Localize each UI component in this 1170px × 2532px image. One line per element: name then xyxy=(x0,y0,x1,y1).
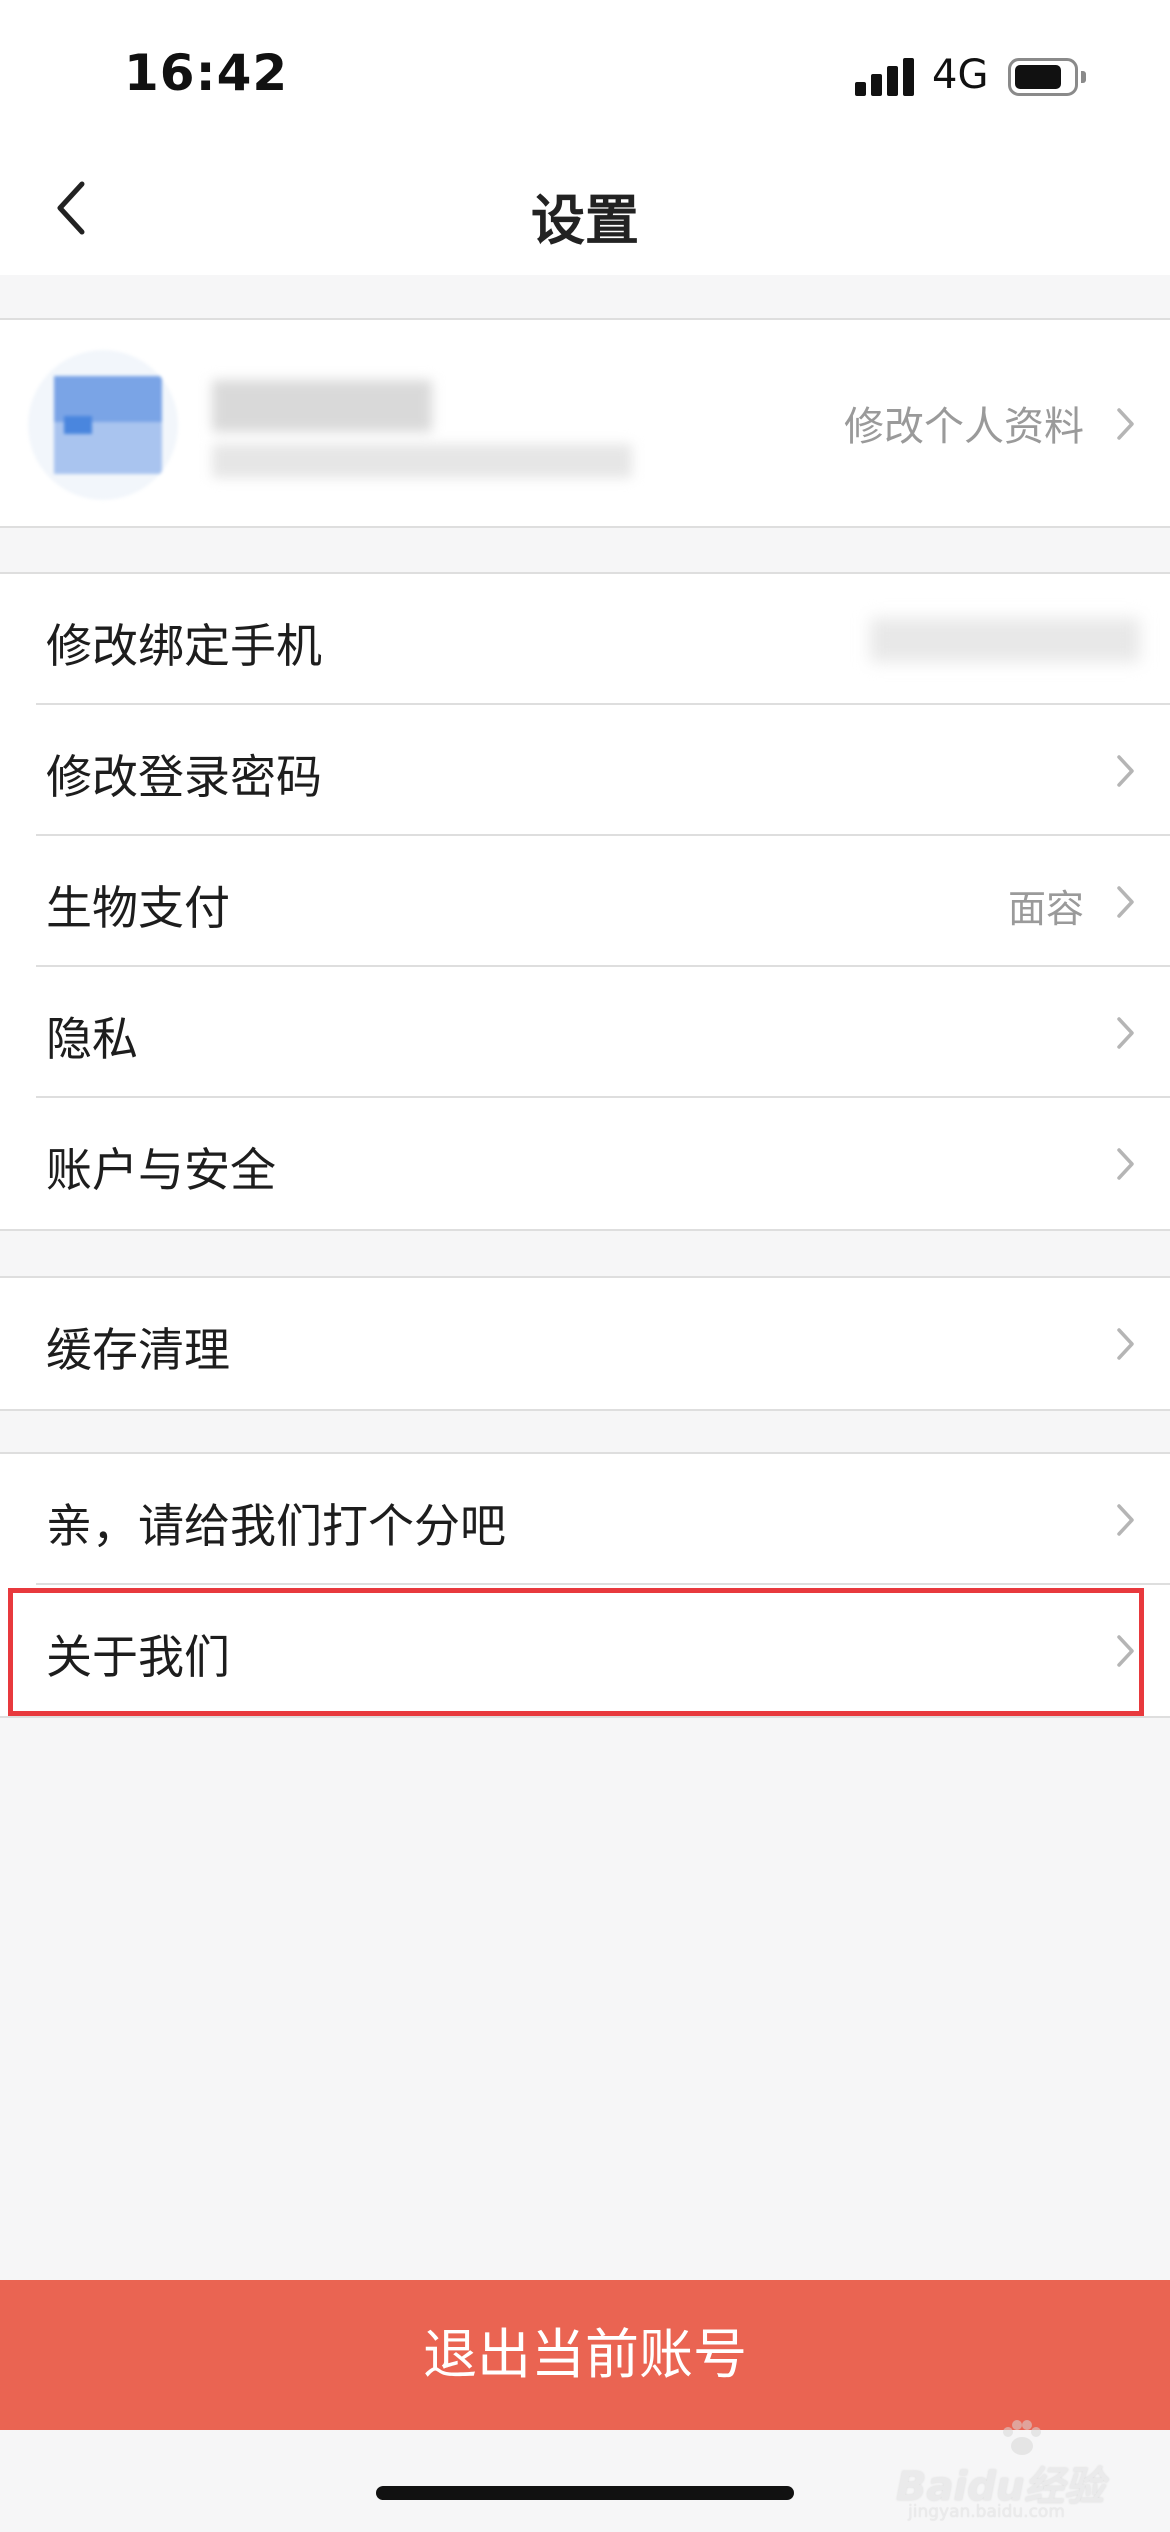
row-value: 面容 xyxy=(1007,887,1084,931)
settings-row-privacy[interactable]: 隐私 xyxy=(0,967,1170,1098)
profile-card[interactable]: 修改个人资料 xyxy=(0,318,1170,528)
chevron-right-icon xyxy=(1110,1498,1140,1542)
network-type: 4G xyxy=(932,52,989,98)
storage-settings-group: 缓存清理 xyxy=(0,1276,1170,1411)
edit-profile-label: 修改个人资料 xyxy=(844,404,1084,450)
baidu-jingyan-watermark: Baidu经验 jingyan.baidu.com xyxy=(896,2420,1146,2522)
blurred-phone-number xyxy=(870,618,1140,662)
blurred-user-info xyxy=(212,372,732,490)
home-indicator[interactable] xyxy=(376,2486,794,2500)
settings-row-change-phone[interactable]: 修改绑定手机 xyxy=(0,574,1170,705)
row-label: 修改绑定手机 xyxy=(46,619,322,673)
row-label: 生物支付 xyxy=(46,881,230,935)
chevron-right-icon xyxy=(1110,402,1140,446)
chevron-right-icon xyxy=(1110,749,1140,793)
row-label: 亲，请给我们打个分吧 xyxy=(46,1499,506,1553)
settings-row-about-us[interactable]: 关于我们 xyxy=(0,1585,1170,1716)
about-settings-group: 亲，请给我们打个分吧 关于我们 xyxy=(0,1452,1170,1718)
chevron-right-icon xyxy=(1110,1011,1140,1055)
logout-button[interactable]: 退出当前账号 xyxy=(0,2280,1170,2430)
watermark-subtext: jingyan.baidu.com xyxy=(908,2502,1065,2522)
settings-row-rate-us[interactable]: 亲，请给我们打个分吧 xyxy=(0,1454,1170,1585)
status-time: 16:42 xyxy=(124,44,289,102)
settings-row-account-security[interactable]: 账户与安全 xyxy=(0,1098,1170,1229)
battery-icon xyxy=(1008,58,1086,96)
status-bar: 16:42 4G xyxy=(0,0,1170,140)
chevron-right-icon xyxy=(1110,1142,1140,1186)
row-label: 缓存清理 xyxy=(46,1323,230,1377)
navigation-bar: 设置 xyxy=(0,140,1170,275)
row-label: 关于我们 xyxy=(46,1630,230,1684)
row-label: 账户与安全 xyxy=(46,1143,276,1197)
cellular-signal-icon xyxy=(855,58,915,96)
chevron-right-icon xyxy=(1110,880,1140,924)
settings-row-clear-cache[interactable]: 缓存清理 xyxy=(0,1278,1170,1409)
chevron-right-icon xyxy=(1110,1322,1140,1366)
row-label: 修改登录密码 xyxy=(46,750,322,804)
paw-icon xyxy=(1003,2420,1041,2455)
chevron-right-icon xyxy=(1110,1629,1140,1673)
avatar xyxy=(28,350,178,500)
settings-row-biometric-payment[interactable]: 生物支付 面容 xyxy=(0,836,1170,967)
page-title: 设置 xyxy=(531,189,639,252)
settings-row-change-password[interactable]: 修改登录密码 xyxy=(0,705,1170,836)
row-label: 隐私 xyxy=(46,1012,138,1066)
account-settings-group: 修改绑定手机 修改登录密码 生物支付 面容 隐私 账户与安全 xyxy=(0,572,1170,1231)
